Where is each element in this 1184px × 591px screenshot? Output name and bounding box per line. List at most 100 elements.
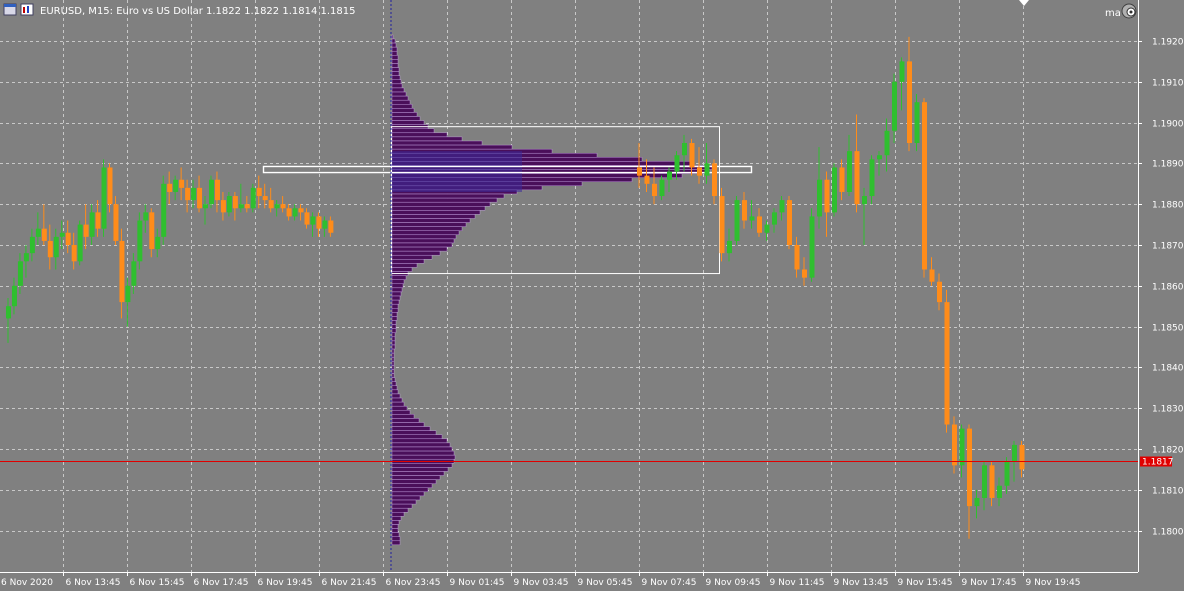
profile-bar: [391, 332, 396, 337]
expert-advisor-icon[interactable]: [1121, 3, 1137, 19]
x-tick-label: 9 Nov 07:45: [642, 578, 697, 588]
profile-bar: [391, 401, 405, 407]
candle-body: [197, 187, 203, 209]
candle-body: [322, 220, 328, 229]
candle-body: [847, 151, 852, 192]
profile-bar: [391, 369, 395, 374]
profile-bar: [391, 238, 455, 244]
x-tick-label: 9 Nov 03:45: [514, 578, 569, 588]
chart-canvas[interactable]: 1.1920 1.1910 1.1900 1.1890 1.1880 1.1870 1.18…: [0, 0, 1184, 591]
candle-body: [113, 204, 119, 241]
candle-body: [298, 208, 304, 213]
candle-body: [41, 228, 47, 241]
profile-bar: [391, 246, 448, 252]
x-tick-label: 6 Nov 23:45: [386, 578, 441, 588]
profile-bar: [391, 430, 437, 435]
candle-body: [997, 485, 1002, 498]
profile-bar: [391, 42, 397, 48]
profile-bar: [391, 357, 395, 362]
candle-body: [869, 159, 875, 197]
candle-body: [967, 428, 972, 507]
profile-bar: [391, 104, 413, 109]
candle-body: [71, 245, 77, 262]
price-chart[interactable]: 1.1920 1.1910 1.1900 1.1890 1.1880 1.1870 1.18…: [0, 0, 1184, 591]
profile-bar: [391, 410, 411, 415]
candle-body: [23, 253, 29, 262]
x-tick-label: 9 Nov 17:45: [962, 578, 1017, 588]
profile-bar: [391, 516, 402, 521]
profile-bar: [391, 259, 425, 264]
candle-body: [674, 155, 680, 172]
candle-body: [53, 236, 59, 258]
profile-bar: [391, 308, 399, 313]
window-menu-icon[interactable]: [3, 3, 17, 16]
candle-body: [914, 102, 920, 143]
profile-bar: [391, 34, 394, 40]
candle-body: [107, 167, 113, 205]
profile-bar: [391, 226, 463, 231]
profile-bar: [391, 312, 398, 317]
candle-body: [794, 245, 800, 270]
y-tick-label: 1.1880: [1152, 201, 1184, 211]
candle-body: [310, 216, 316, 225]
profile-bar: [391, 250, 441, 256]
profile-bar: [391, 291, 402, 297]
profile-bar: [391, 218, 471, 223]
expert-name-label: ma: [1105, 8, 1121, 19]
profile-bar: [391, 79, 402, 85]
candle-body: [712, 163, 717, 197]
candle-body: [1012, 444, 1017, 462]
profile-bar: [391, 495, 421, 501]
profile-bar: [391, 475, 441, 480]
candle-body: [944, 302, 950, 425]
chart-type-icon[interactable]: [20, 3, 34, 16]
candle-body: [787, 200, 792, 245]
y-tick-label: 1.1830: [1152, 405, 1184, 415]
profile-bar: [391, 91, 407, 97]
profile-bar: [391, 120, 425, 125]
profile-bar: [391, 75, 401, 80]
profile-bar: [391, 471, 445, 476]
profile-bar: [391, 463, 453, 468]
candle-body: [884, 130, 890, 156]
profile-bar: [391, 87, 405, 93]
candle-body: [809, 216, 815, 278]
candle-body: [173, 179, 179, 192]
profile-bar: [391, 214, 476, 219]
candle-body: [59, 232, 65, 237]
candle-body: [232, 196, 238, 209]
candle-body: [131, 261, 137, 286]
profile-bar: [391, 67, 400, 72]
profile-bar: [391, 414, 415, 419]
profile-bar: [391, 467, 449, 472]
chart-background: [0, 0, 1184, 591]
candle-body: [208, 179, 214, 205]
profile-bar: [391, 222, 467, 227]
candle-body: [101, 167, 107, 229]
profile-bar: [391, 116, 421, 121]
profile-bar: [391, 438, 448, 444]
candle-body: [1019, 444, 1025, 470]
profile-bar: [391, 287, 403, 293]
x-tick-label: 9 Nov 15:45: [898, 578, 953, 588]
profile-bar: [391, 46, 398, 52]
candle-body: [143, 212, 149, 221]
profile-bar: [391, 242, 453, 248]
candle-body: [892, 81, 897, 131]
profile-bar: [391, 108, 415, 113]
candle-body: [839, 167, 845, 192]
profile-bar: [391, 508, 409, 513]
candle-body: [6, 306, 11, 319]
candle-body: [77, 224, 83, 262]
profile-bar: [391, 299, 400, 305]
profile-bar: [391, 210, 481, 215]
candle-body: [667, 171, 672, 180]
profile-bar: [391, 491, 425, 497]
profile-bar: [391, 397, 403, 403]
candle-body: [877, 155, 882, 160]
profile-bar: [391, 352, 395, 358]
profile-bar: [391, 324, 397, 329]
profile-bar: [391, 426, 431, 431]
profile-bar: [391, 520, 400, 525]
candle-body: [17, 261, 23, 286]
